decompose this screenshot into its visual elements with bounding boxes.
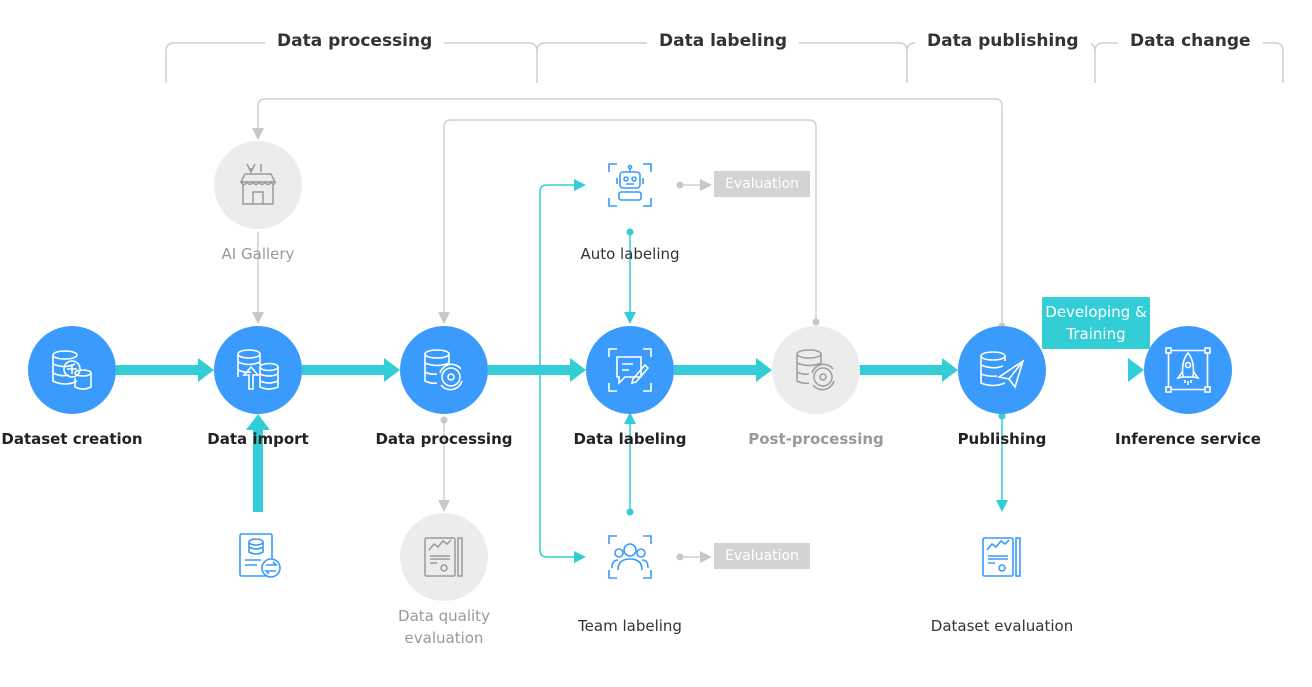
data-import-label: Data import: [207, 430, 309, 448]
inference-service-label: Inference service: [1115, 430, 1261, 448]
workflow-diagram: Data processing Data labeling Data publi…: [0, 0, 1312, 687]
database-upload-icon: [237, 349, 279, 390]
dataset-creation-label: Dataset creation: [1, 430, 143, 448]
publishing-label: Publishing: [957, 430, 1047, 448]
team-icon[interactable]: [605, 532, 655, 582]
label-edit-icon: [608, 348, 652, 392]
report-icon[interactable]: [977, 532, 1027, 582]
data-quality-label-line1: Data quality: [398, 607, 490, 625]
rocket-icon: [1165, 347, 1211, 393]
database-gear-icon: [424, 349, 463, 391]
data-processing-label: Data processing: [375, 430, 513, 448]
developing-line1: Developing &: [1045, 303, 1147, 321]
robot-icon[interactable]: [605, 160, 655, 210]
data-quality-evaluation-node[interactable]: [400, 513, 488, 601]
dataset-evaluation-label: Dataset evaluation: [930, 617, 1074, 635]
auto-labeling-evaluation[interactable]: Evaluation: [714, 171, 810, 197]
data-source-icon[interactable]: [235, 532, 285, 582]
developing-line2: Training: [1066, 325, 1126, 343]
dataset-creation-node[interactable]: [28, 326, 116, 414]
phase-data-change: Data change: [1118, 31, 1263, 51]
data-labeling-node[interactable]: [586, 326, 674, 414]
ai-gallery-node[interactable]: [214, 141, 302, 229]
phase-data-labeling: Data labeling: [647, 31, 800, 51]
data-quality-label-line2: evaluation: [404, 629, 484, 647]
auto-labeling-label: Auto labeling: [580, 245, 680, 263]
data-import-node[interactable]: [214, 326, 302, 414]
data-processing-node[interactable]: [400, 326, 488, 414]
post-processing-label: Post-processing: [748, 430, 884, 448]
inference-service-node[interactable]: [1144, 326, 1232, 414]
database-gear-icon: [796, 349, 835, 391]
report-icon: [424, 537, 463, 577]
team-labeling-label: Team labeling: [578, 617, 682, 635]
phase-data-publishing: Data publishing: [915, 31, 1091, 51]
publishing-node[interactable]: [958, 326, 1046, 414]
database-add-icon: [52, 350, 92, 390]
database-send-icon: [980, 351, 1025, 389]
post-processing-node[interactable]: [772, 326, 860, 414]
team-labeling-evaluation[interactable]: Evaluation: [714, 543, 810, 569]
store-icon: [239, 163, 277, 205]
ai-gallery-label: AI Gallery: [221, 245, 295, 263]
data-labeling-label: Data labeling: [573, 430, 687, 448]
phase-data-processing: Data processing: [265, 31, 445, 51]
developing-training-badge: Developing & Training: [1042, 297, 1150, 349]
